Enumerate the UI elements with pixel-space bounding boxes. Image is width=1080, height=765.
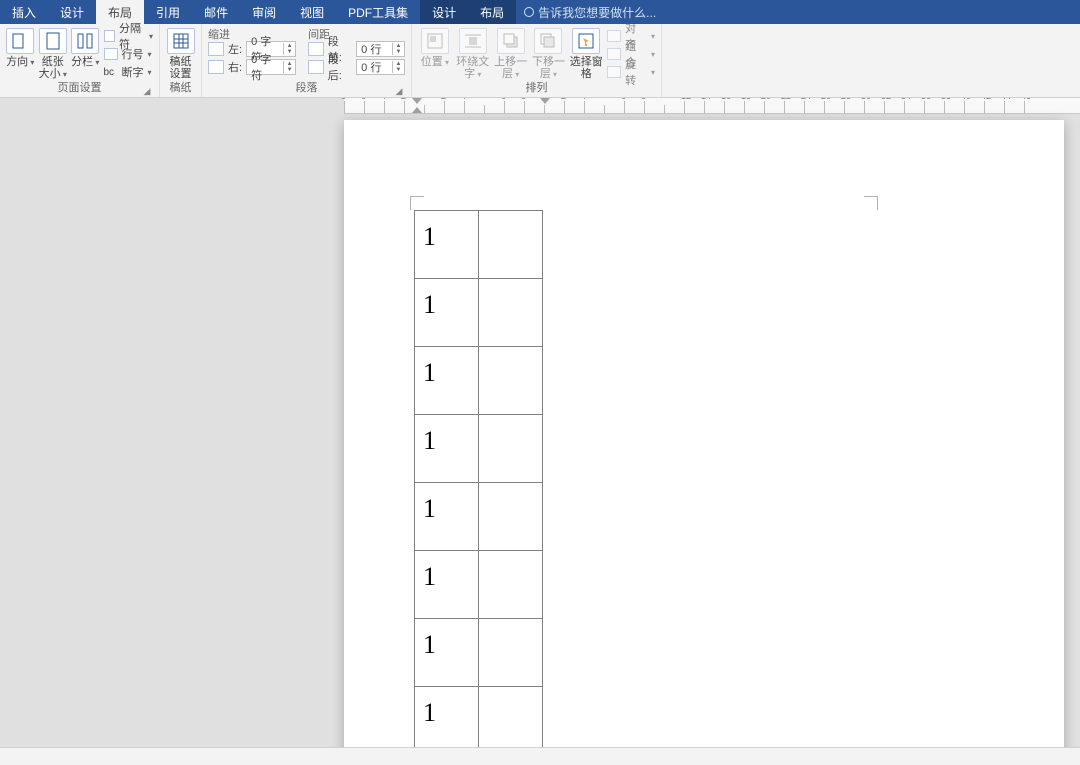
spacing-before-input[interactable]: 0 行▲▼ bbox=[356, 41, 405, 57]
document-page[interactable]: 11111111 bbox=[344, 120, 1064, 747]
tab-references[interactable]: 引用 bbox=[144, 0, 192, 24]
paragraph-group-label: 段落 ◢ bbox=[208, 81, 405, 97]
group-paragraph: 缩进 左: 0 字符▲▼ 右: 0 字符▲▼ 间距 段前: 0 行▲▼ bbox=[202, 24, 412, 97]
tab-review[interactable]: 审阅 bbox=[240, 0, 288, 24]
table-row[interactable]: 1 bbox=[415, 211, 543, 279]
group-page-setup: 方向 ▾ 纸张大小 ▾ 分栏 ▾ 分隔符 ▾ 行号 ▾ bc断字 ▾ 页面 bbox=[0, 24, 160, 97]
tab-table-design[interactable]: 设计 bbox=[420, 0, 468, 24]
line-numbers-button[interactable]: 行号 ▾ bbox=[104, 46, 153, 62]
hyphenation-button[interactable]: bc断字 ▾ bbox=[104, 64, 153, 80]
margin-corner-top-right bbox=[864, 196, 878, 210]
page-size-icon bbox=[39, 28, 67, 54]
tab-table-layout[interactable]: 布局 bbox=[468, 0, 516, 24]
hyphenation-icon: bc bbox=[104, 67, 118, 78]
orientation-button[interactable]: 方向 ▾ bbox=[6, 26, 35, 69]
page-size-button[interactable]: 纸张大小 ▾ bbox=[39, 26, 68, 81]
send-backward-icon bbox=[534, 28, 562, 54]
breaks-button[interactable]: 分隔符 ▾ bbox=[104, 28, 153, 44]
table-cell[interactable]: 1 bbox=[415, 551, 479, 619]
horizontal-ruler[interactable]: 8642246824681214161820222426283032343638… bbox=[344, 98, 1080, 114]
indent-right-label: 右: bbox=[228, 59, 242, 75]
table-row[interactable]: 1 bbox=[415, 279, 543, 347]
tab-insert[interactable]: 插入 bbox=[0, 0, 48, 24]
manuscript-icon bbox=[167, 28, 195, 54]
spacing-before-icon bbox=[308, 42, 324, 56]
orientation-icon bbox=[6, 28, 34, 54]
menu-tabbar: 插入 设计 布局 引用 邮件 审阅 视图 PDF工具集 设计 布局 告诉我您想要… bbox=[0, 0, 1080, 24]
manuscript-group-label: 稿纸 bbox=[166, 81, 195, 97]
table-cell[interactable]: 1 bbox=[415, 415, 479, 483]
table-cell[interactable] bbox=[479, 415, 543, 483]
hanging-indent-marker[interactable] bbox=[412, 107, 422, 113]
table-row[interactable]: 1 bbox=[415, 483, 543, 551]
indent-right-icon bbox=[208, 60, 224, 74]
breaks-icon bbox=[104, 30, 115, 42]
table-cell[interactable]: 1 bbox=[415, 619, 479, 687]
align-icon bbox=[607, 30, 621, 42]
tab-mailings[interactable]: 邮件 bbox=[192, 0, 240, 24]
ribbon: 方向 ▾ 纸张大小 ▾ 分栏 ▾ 分隔符 ▾ 行号 ▾ bc断字 ▾ 页面 bbox=[0, 24, 1080, 98]
indent-left-icon bbox=[208, 42, 224, 56]
tab-view[interactable]: 视图 bbox=[288, 0, 336, 24]
position-icon bbox=[421, 28, 449, 54]
document-workspace: 8642246824681214161820222426283032343638… bbox=[0, 98, 1080, 747]
spacing-after-input[interactable]: 0 行▲▼ bbox=[356, 59, 405, 75]
arrange-group-label: 排列 bbox=[418, 81, 655, 97]
page-setup-group-label: 页面设置 ◢ bbox=[6, 81, 153, 97]
paragraph-launcher[interactable]: ◢ bbox=[393, 85, 405, 97]
table-row[interactable]: 1 bbox=[415, 619, 543, 687]
send-backward-button[interactable]: 下移一层 ▾ bbox=[532, 26, 566, 81]
table-row[interactable]: 1 bbox=[415, 347, 543, 415]
indent-left-label: 左: bbox=[228, 41, 242, 57]
spacing-after-label: 段后: bbox=[328, 51, 352, 83]
table-cell[interactable] bbox=[479, 211, 543, 279]
bring-forward-button[interactable]: 上移一层 ▾ bbox=[494, 26, 528, 81]
table-row[interactable]: 1 bbox=[415, 415, 543, 483]
table-cell[interactable]: 1 bbox=[415, 279, 479, 347]
group-manuscript: 稿纸 设置 稿纸 bbox=[160, 24, 202, 97]
table-cell[interactable] bbox=[479, 687, 543, 748]
bring-forward-icon bbox=[497, 28, 525, 54]
group-icon bbox=[607, 48, 621, 60]
selection-pane-icon bbox=[572, 28, 600, 54]
wrap-text-button[interactable]: 环绕文字 ▾ bbox=[456, 26, 490, 81]
wrap-text-icon bbox=[459, 28, 487, 54]
table-cell[interactable]: 1 bbox=[415, 483, 479, 551]
right-indent-marker[interactable] bbox=[540, 98, 550, 104]
table-cell[interactable]: 1 bbox=[415, 347, 479, 415]
status-bar bbox=[0, 747, 1080, 765]
tell-me-placeholder: 告诉我您想要做什么... bbox=[538, 4, 656, 21]
columns-button[interactable]: 分栏 ▾ bbox=[71, 26, 100, 69]
spacing-after-icon bbox=[308, 60, 324, 74]
margin-corner-top-left bbox=[410, 196, 424, 210]
page-setup-launcher[interactable]: ◢ bbox=[141, 85, 153, 97]
table-cell[interactable]: 1 bbox=[415, 211, 479, 279]
indent-right-input[interactable]: 0 字符▲▼ bbox=[246, 59, 296, 75]
position-button[interactable]: 位置 ▾ bbox=[418, 26, 452, 69]
document-table[interactable]: 11111111 bbox=[414, 210, 543, 747]
group-arrange: 位置 ▾ 环绕文字 ▾ 上移一层 ▾ 下移一层 ▾ 选择窗格 对齐 ▾ 组合 ▾ bbox=[412, 24, 662, 97]
manuscript-settings-button[interactable]: 稿纸 设置 bbox=[166, 26, 195, 80]
tab-design[interactable]: 设计 bbox=[48, 0, 96, 24]
columns-icon bbox=[71, 28, 99, 54]
lightbulb-icon bbox=[524, 7, 534, 17]
tab-pdf-tools[interactable]: PDF工具集 bbox=[336, 0, 420, 24]
line-numbers-icon bbox=[104, 48, 118, 60]
table-row[interactable]: 1 bbox=[415, 687, 543, 748]
rotate-icon bbox=[607, 66, 621, 78]
table-cell[interactable] bbox=[479, 551, 543, 619]
table-cell[interactable] bbox=[479, 619, 543, 687]
first-line-indent-marker[interactable] bbox=[412, 98, 422, 104]
rotate-button[interactable]: 旋转 ▾ bbox=[607, 64, 655, 80]
table-cell[interactable] bbox=[479, 347, 543, 415]
selection-pane-button[interactable]: 选择窗格 bbox=[569, 26, 603, 80]
table-cell[interactable]: 1 bbox=[415, 687, 479, 748]
spacing-section-label: 间距 bbox=[308, 26, 405, 40]
table-cell[interactable] bbox=[479, 483, 543, 551]
table-row[interactable]: 1 bbox=[415, 551, 543, 619]
table-cell[interactable] bbox=[479, 279, 543, 347]
